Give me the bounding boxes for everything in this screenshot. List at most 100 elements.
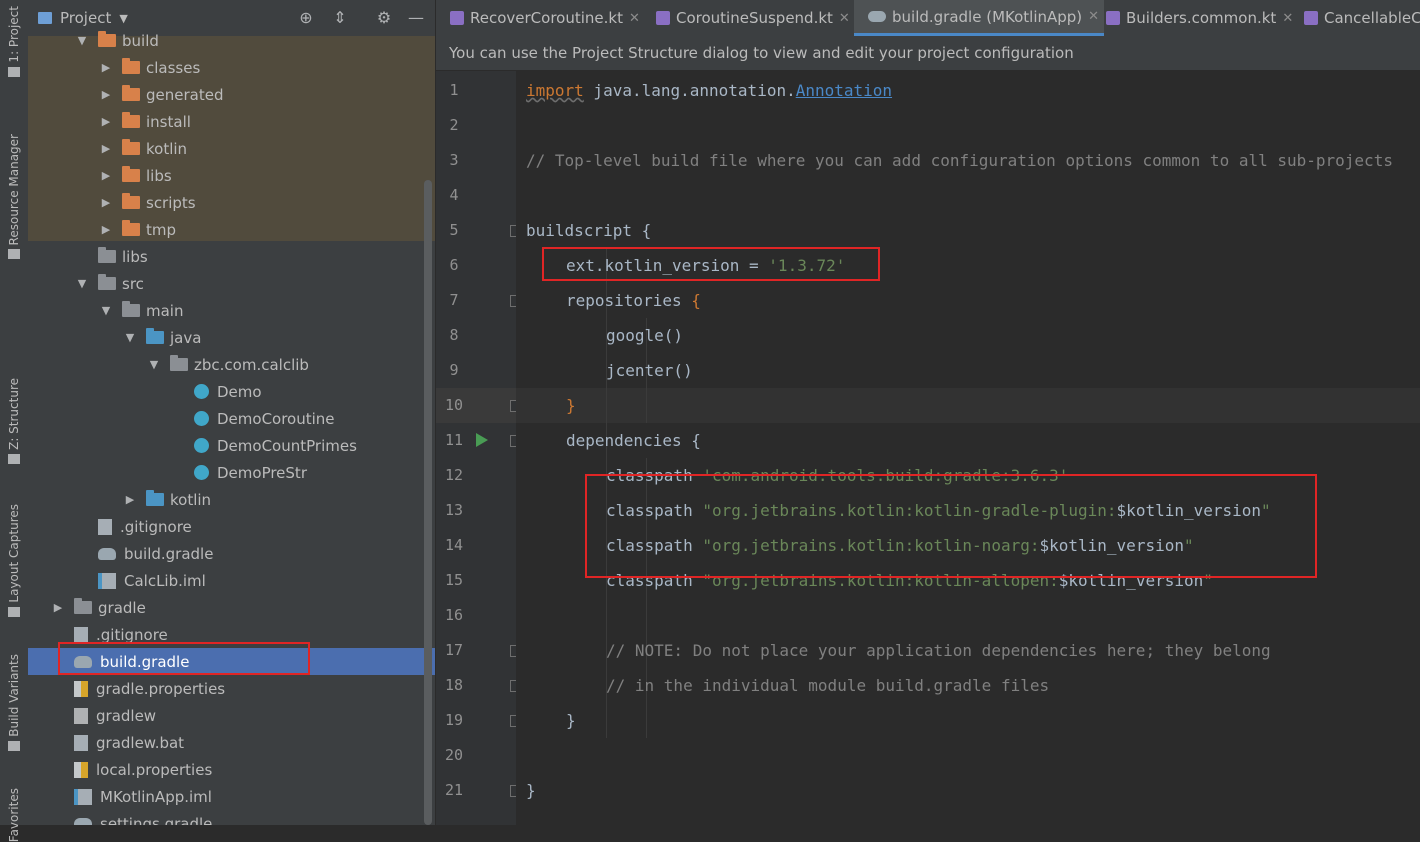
tree-row[interactable]: Demo <box>28 378 435 405</box>
tree-row[interactable]: ▼ java <box>28 324 435 351</box>
tab-builders-common[interactable]: Builders.common.kt ✕ <box>1092 0 1302 36</box>
close-icon[interactable]: ✕ <box>629 11 640 26</box>
tree-row[interactable]: ▶ scripts <box>28 189 435 216</box>
tab-build-gradle[interactable]: build.gradle (MKotlinApp) ✕ <box>854 0 1104 36</box>
chevron-down-icon[interactable]: ▼ <box>119 12 127 25</box>
tree-item-label: DemoCountPrimes <box>217 436 357 455</box>
tree-row[interactable]: DemoCountPrimes <box>28 432 435 459</box>
kotlin-file-icon <box>656 11 670 25</box>
folder-icon <box>122 85 140 101</box>
tree-row[interactable]: build.gradle <box>28 540 435 567</box>
tab-cancellable[interactable]: CancellableCo <box>1290 0 1420 36</box>
chevron-down-icon[interactable]: ▼ <box>76 277 88 290</box>
code-line[interactable]: buildscript { <box>526 213 651 248</box>
tab-recover-coroutine[interactable]: RecoverCoroutine.kt ✕ <box>436 0 654 36</box>
tree-item-label: java <box>170 328 202 347</box>
chevron-right-icon[interactable]: ▶ <box>100 115 112 128</box>
chevron-right-icon[interactable]: ▶ <box>100 61 112 74</box>
tree-scrollbar[interactable] <box>424 180 432 825</box>
tree-row[interactable]: ▶ tmp <box>28 216 435 243</box>
chevron-right-icon[interactable]: ▶ <box>100 88 112 101</box>
code-line[interactable]: } <box>566 703 576 738</box>
code-token: // NOTE: Do not place your application d… <box>606 641 1271 660</box>
tree-row[interactable]: ▼ zbc.com.calclib <box>28 351 435 378</box>
tree-row[interactable]: gradlew <box>28 702 435 729</box>
tree-row[interactable]: gradlew.bat <box>28 729 435 756</box>
chevron-down-icon[interactable]: ▼ <box>148 358 160 371</box>
code-line[interactable]: repositories { <box>566 283 701 318</box>
code-line[interactable]: google() <box>606 318 683 353</box>
chevron-down-icon[interactable]: ▼ <box>124 331 136 344</box>
structure-tool-button[interactable]: Z: Structure <box>4 378 24 464</box>
tree-row[interactable]: ▼ src <box>28 270 435 297</box>
layout-captures-tool-button[interactable]: Layout Captures <box>4 504 24 617</box>
chevron-right-icon[interactable]: ▶ <box>100 196 112 209</box>
line-number: 7 <box>449 291 459 309</box>
folder-icon <box>146 490 164 506</box>
tab-label: Builders.common.kt <box>1126 9 1277 27</box>
hide-panel-icon[interactable]: — <box>406 8 426 27</box>
code-line[interactable]: import java.lang.annotation.Annotation <box>526 73 892 108</box>
line-number: 13 <box>444 501 464 519</box>
run-gutter-icon[interactable] <box>476 433 488 447</box>
tree-item-label: classes <box>146 58 201 77</box>
tree-row[interactable]: ▶ kotlin <box>28 486 435 513</box>
favorites-tool-button[interactable]: Favorites <box>4 788 24 842</box>
collapse-all-icon[interactable]: ⇕ <box>330 8 350 27</box>
locate-icon[interactable]: ⊕ <box>296 8 316 27</box>
tree-row[interactable]: libs <box>28 243 435 270</box>
code-line[interactable]: // Top-level build file where you can ad… <box>526 143 1393 178</box>
tree-row[interactable]: settings.gradle <box>28 810 435 825</box>
chevron-right-icon[interactable]: ▶ <box>100 169 112 182</box>
code-token: jcenter() <box>606 361 693 380</box>
chevron-down-icon[interactable]: ▼ <box>76 34 88 47</box>
chevron-right-icon[interactable]: ▶ <box>100 223 112 236</box>
folder-icon <box>122 139 140 155</box>
layout-captures-label: Layout Captures <box>7 504 21 603</box>
tree-row[interactable]: .gitignore <box>28 513 435 540</box>
resource-manager-tool-button[interactable]: Resource Manager <box>4 134 24 260</box>
tree-row[interactable]: DemoPreStr <box>28 459 435 486</box>
kotlin-class-icon <box>194 438 209 453</box>
code-line[interactable]: } <box>566 388 576 423</box>
banner-text: You can use the Project Structure dialog… <box>449 44 1074 62</box>
code-editor[interactable]: import java.lang.annotation.Annotation //… <box>516 71 1420 825</box>
tree-row[interactable]: ▼ main <box>28 297 435 324</box>
code-line[interactable]: jcenter() <box>606 353 693 388</box>
code-line[interactable]: } <box>526 773 536 808</box>
gear-icon[interactable]: ⚙ <box>374 8 394 27</box>
tree-item-label: zbc.com.calclib <box>194 355 309 374</box>
folder-icon <box>98 31 116 47</box>
chevron-right-icon[interactable]: ▶ <box>124 493 136 506</box>
tree-row[interactable]: ▶ libs <box>28 162 435 189</box>
close-icon[interactable]: ✕ <box>839 11 850 26</box>
tab-coroutine-suspend[interactable]: CoroutineSuspend.kt ✕ <box>642 0 866 36</box>
kotlin-file-icon <box>1304 11 1318 25</box>
tree-row[interactable]: ▶ gradle <box>28 594 435 621</box>
tree-item-label: .gitignore <box>120 517 192 536</box>
chevron-right-icon[interactable]: ▶ <box>52 601 64 614</box>
tree-row[interactable]: ▼ build <box>28 27 435 54</box>
kotlin-class-icon <box>194 411 209 426</box>
project-tool-button[interactable]: 1: Project <box>4 6 24 77</box>
build-variants-tool-button[interactable]: Build Variants <box>4 654 24 751</box>
code-line[interactable]: dependencies { <box>566 423 701 458</box>
chevron-down-icon[interactable]: ▼ <box>100 304 112 317</box>
tree-row[interactable]: DemoCoroutine <box>28 405 435 432</box>
tree-row[interactable]: ▶ kotlin <box>28 135 435 162</box>
tree-row[interactable]: ▶ generated <box>28 81 435 108</box>
kotlin-file-icon <box>1106 11 1120 25</box>
line-number: 10 <box>444 396 464 414</box>
code-line[interactable]: // NOTE: Do not place your application d… <box>606 633 1271 668</box>
code-line[interactable]: // in the individual module build.gradle… <box>606 668 1049 703</box>
tree-item-label: build.gradle <box>124 544 214 563</box>
tree-row[interactable]: gradle.properties <box>28 675 435 702</box>
tree-item-label: main <box>146 301 184 320</box>
tree-row[interactable]: ▶ classes <box>28 54 435 81</box>
chevron-right-icon[interactable]: ▶ <box>100 142 112 155</box>
tree-row[interactable]: ▶ install <box>28 108 435 135</box>
tree-row[interactable]: CalcLib.iml <box>28 567 435 594</box>
tree-row[interactable]: local.properties <box>28 756 435 783</box>
project-view-selector[interactable]: Project <box>60 9 111 27</box>
tree-row[interactable]: MKotlinApp.iml <box>28 783 435 810</box>
